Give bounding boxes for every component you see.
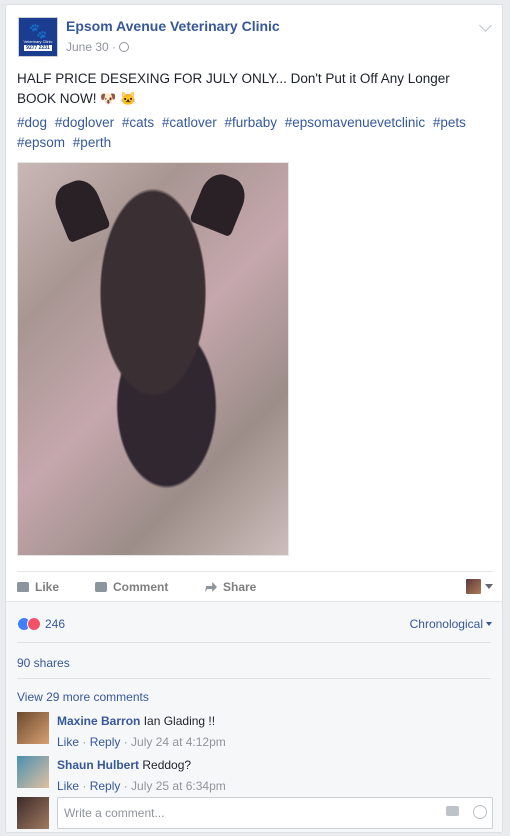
comment-sort-dropdown[interactable]: Chronological: [410, 617, 492, 631]
comment-body: Maxine Barron Ian Glading !! Like · Repl…: [57, 713, 226, 750]
comment-text: Ian Glading !!: [143, 714, 216, 728]
hashtag-dog[interactable]: #dog: [17, 115, 47, 130]
post-text-line2-wrap: BOOK NOW! 🐶 🐱: [17, 89, 487, 109]
avatar[interactable]: [17, 712, 49, 744]
page-name-link[interactable]: Epsom Avenue Veterinary Clinic: [66, 18, 280, 34]
comment-icon: [95, 582, 107, 592]
puppy-right-ear: [189, 168, 251, 238]
divider: [17, 642, 491, 643]
hashtag-cats[interactable]: #cats: [122, 115, 154, 130]
comment-time[interactable]: July 25 at 6:34pm: [131, 779, 226, 793]
hashtag-pets[interactable]: #pets: [433, 115, 466, 130]
comment-author[interactable]: Maxine Barron: [57, 714, 140, 728]
comment-meta: Like · Reply · July 24 at 4:12pm: [57, 735, 226, 749]
like-label: Like: [35, 580, 60, 594]
reaction-count: 246: [45, 617, 66, 631]
comment-time[interactable]: July 24 at 4:12pm: [131, 735, 226, 749]
globe-icon: [119, 42, 130, 52]
post-header: 🐾 Veterinary Clinic 9277 2231 Epsom Aven…: [18, 17, 492, 61]
post-action-bar: Like Comment Share: [17, 571, 493, 600]
camera-icon[interactable]: [446, 806, 459, 816]
comment-reply-link[interactable]: Reply: [90, 735, 121, 749]
feedback-section: 246 Chronological 90 shares View 29 more…: [6, 601, 502, 832]
post-text-line2: BOOK NOW!: [17, 91, 97, 106]
paw-icon: 🐾: [28, 22, 48, 40]
comment-reply-link[interactable]: Reply: [90, 779, 121, 793]
hashtag-catlover[interactable]: #catlover: [162, 115, 217, 130]
comment-composer: Write a comment...: [17, 797, 493, 831]
chevron-down-icon[interactable]: [479, 19, 492, 32]
love-reaction-icon: [27, 617, 41, 631]
viewer-avatar-mini[interactable]: [466, 579, 481, 594]
share-button[interactable]: Share: [205, 580, 256, 594]
page-avatar[interactable]: 🐾 Veterinary Clinic 9277 2231: [18, 17, 58, 57]
post-timestamp[interactable]: June 30 ·: [66, 40, 130, 54]
like-icon: [17, 582, 29, 592]
comment-button[interactable]: Comment: [95, 580, 168, 594]
comment-input[interactable]: Write a comment...: [57, 797, 493, 829]
hashtag-epsom[interactable]: #epsom: [17, 135, 65, 150]
view-more-comments-link[interactable]: View 29 more comments: [17, 690, 149, 704]
hashtag-perth[interactable]: #perth: [73, 135, 111, 150]
sort-label: Chronological: [409, 617, 483, 631]
hashtag-furbaby[interactable]: #furbaby: [224, 115, 277, 130]
share-icon: [205, 582, 217, 592]
logo-subtitle: Veterinary Clinic: [23, 38, 53, 44]
post-date-text[interactable]: June 30 ·: [66, 40, 116, 54]
post-photo[interactable]: [17, 162, 289, 556]
avatar[interactable]: [17, 756, 49, 788]
post-card: 🐾 Veterinary Clinic 9277 2231 Epsom Aven…: [5, 4, 503, 833]
hashtag-list: #dog #doglover #cats #catlover #furbaby …: [17, 113, 487, 153]
cat-emoji-icon: 🐱: [120, 91, 137, 106]
comment-text: Reddog?: [142, 758, 192, 772]
caret-down-icon[interactable]: [485, 584, 493, 589]
shares-link[interactable]: 90 shares: [17, 656, 70, 670]
divider: [17, 678, 491, 679]
comment-like-link[interactable]: Like: [57, 779, 79, 793]
post-text-line1: HALF PRICE DESEXING FOR JULY ONLY... Don…: [17, 71, 450, 86]
post-message: HALF PRICE DESEXING FOR JULY ONLY... Don…: [17, 69, 487, 109]
comment-label: Comment: [113, 580, 169, 594]
comment-like-link[interactable]: Like: [57, 735, 79, 749]
smiley-icon[interactable]: [473, 805, 487, 819]
puppy-left-ear: [49, 174, 111, 244]
hashtag-epsomavenuevetclinic[interactable]: #epsomavenuevetclinic: [285, 115, 425, 130]
comment-item: Maxine Barron Ian Glading !! Like · Repl…: [17, 712, 487, 752]
logo-phone: 9277 2231: [24, 44, 52, 51]
comment-meta: Like · Reply · July 25 at 6:34pm: [57, 779, 226, 793]
comment-body: Shaun Hulbert Reddog? Like · Reply · Jul…: [57, 757, 226, 794]
caret-down-icon: [486, 622, 492, 626]
hashtag-doglover[interactable]: #doglover: [55, 115, 114, 130]
comment-item: Shaun Hulbert Reddog? Like · Reply · Jul…: [17, 756, 487, 796]
dog-emoji-icon: 🐶: [100, 91, 117, 106]
reactions-summary[interactable]: 246: [17, 617, 65, 631]
comment-author[interactable]: Shaun Hulbert: [57, 758, 139, 772]
like-button[interactable]: Like: [17, 580, 59, 594]
avatar: [17, 797, 49, 829]
share-label: Share: [223, 580, 257, 594]
